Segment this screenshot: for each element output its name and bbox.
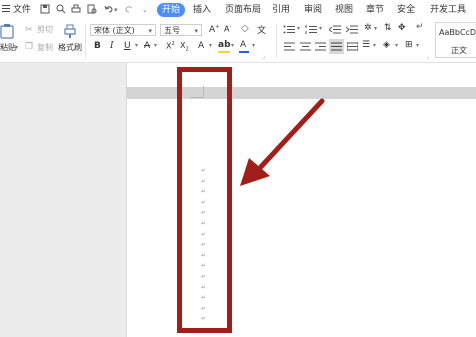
annotation-arrow-icon (240, 98, 325, 186)
